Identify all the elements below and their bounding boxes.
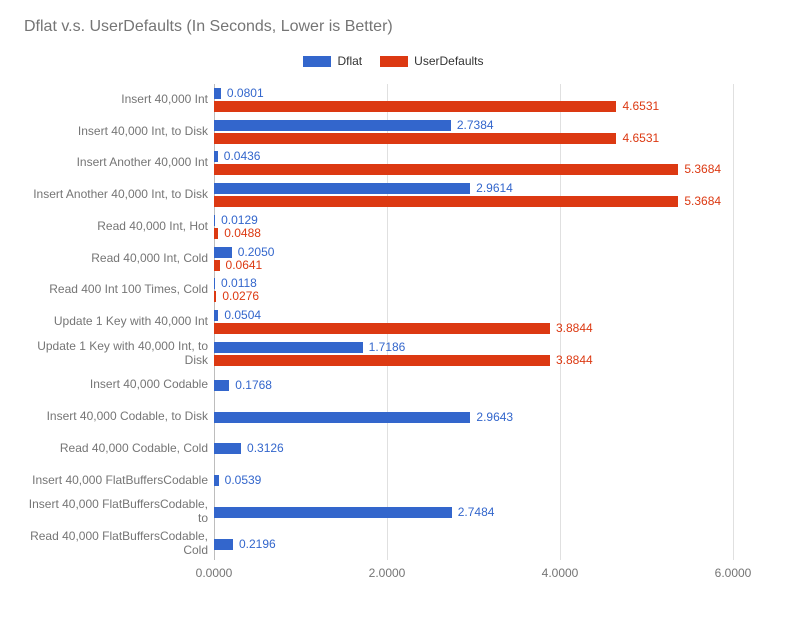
bar-dflat: [214, 475, 219, 486]
value-label-dflat: 0.0504: [224, 310, 261, 321]
category-group: Read 40,000 Int, Cold0.20500.0641: [214, 243, 733, 275]
bar-dflat: [214, 342, 363, 353]
value-label-dflat: 2.7484: [458, 507, 495, 518]
value-label-userdefaults: 5.3684: [684, 164, 721, 175]
chart-plot: 0.0000 2.0000 4.0000 6.0000 Insert 40,000 In…: [24, 76, 763, 586]
value-label-userdefaults: 5.3684: [684, 196, 721, 207]
category-label: Insert 40,000 Int: [26, 93, 214, 107]
value-label-userdefaults: 4.6531: [622, 133, 659, 144]
category-group: Insert 40,000 Codable0.1768: [214, 370, 733, 402]
value-label-dflat: 0.1768: [235, 380, 272, 391]
value-label-dflat: 0.0801: [227, 88, 264, 99]
legend-label-userdefaults: UserDefaults: [414, 54, 483, 68]
x-tick-label: 0.0000: [196, 566, 233, 580]
bar-dflat: [214, 183, 470, 194]
category-group: Read 400 Int 100 Times, Cold0.01180.0276: [214, 274, 733, 306]
category-label: Update 1 Key with 40,000 Int: [26, 315, 214, 329]
bar-dflat: [214, 88, 221, 99]
x-tick-label: 6.0000: [715, 566, 752, 580]
category-label: Insert 40,000 Codable: [26, 379, 214, 393]
value-label-dflat: 0.2196: [239, 539, 276, 550]
value-label-userdefaults: 3.8844: [556, 355, 593, 366]
bar-dflat: [214, 151, 218, 162]
gridline: [733, 84, 734, 560]
bar-dflat: [214, 310, 218, 321]
plot-area: 0.00002.00004.00006.0000Insert 40,000 In…: [214, 84, 733, 560]
chart-title: Dflat v.s. UserDefaults (In Seconds, Low…: [24, 18, 763, 36]
bar-dflat: [214, 120, 451, 131]
category-label: Insert Another 40,000 Int, to Disk: [26, 188, 214, 202]
bar-dflat: [214, 539, 233, 550]
bar-dflat: [214, 278, 215, 289]
category-label: Insert 40,000 Int, to Disk: [26, 125, 214, 139]
bar-dflat: [214, 507, 452, 518]
category-label: Update 1 Key with 40,000 Int, to Disk: [26, 340, 214, 368]
bar-userdefaults: [214, 260, 220, 271]
bar-userdefaults: [214, 323, 550, 334]
category-group: Insert 40,000 FlatBuffersCodable0.0539: [214, 465, 733, 497]
value-label-userdefaults: 0.0488: [224, 228, 261, 239]
legend-swatch-userdefaults: [380, 56, 408, 67]
category-label: Read 400 Int 100 Times, Cold: [26, 283, 214, 297]
category-group: Insert 40,000 Int, to Disk2.73844.6531: [214, 116, 733, 148]
bar-dflat: [214, 215, 215, 226]
category-group: Read 40,000 Codable, Cold0.3126: [214, 433, 733, 465]
category-group: Insert 40,000 Codable, to Disk2.9643: [214, 401, 733, 433]
value-label-dflat: 0.3126: [247, 443, 284, 454]
category-label: Read 40,000 Codable, Cold: [26, 442, 214, 456]
legend: Dflat UserDefaults: [24, 54, 763, 68]
value-label-dflat: 0.0436: [224, 151, 261, 162]
bar-userdefaults: [214, 355, 550, 366]
category-group: Insert Another 40,000 Int0.04365.3684: [214, 147, 733, 179]
bar-userdefaults: [214, 133, 616, 144]
value-label-dflat: 2.9643: [476, 412, 513, 423]
value-label-dflat: 0.0539: [225, 475, 262, 486]
bar-userdefaults: [214, 196, 678, 207]
bar-dflat: [214, 380, 229, 391]
category-label: Read 40,000 Int, Cold: [26, 252, 214, 266]
x-tick-label: 4.0000: [542, 566, 579, 580]
value-label-dflat: 2.9614: [476, 183, 513, 194]
legend-label-dflat: Dflat: [337, 54, 362, 68]
bar-userdefaults: [214, 291, 216, 302]
bar-dflat: [214, 412, 470, 423]
bar-userdefaults: [214, 228, 218, 239]
value-label-dflat: 1.7186: [369, 342, 406, 353]
bar-userdefaults: [214, 101, 616, 112]
value-label-userdefaults: 3.8844: [556, 323, 593, 334]
value-label-userdefaults: 0.0276: [222, 291, 259, 302]
value-label-dflat: 0.0129: [221, 215, 258, 226]
category-label: Insert 40,000 FlatBuffersCodable: [26, 474, 214, 488]
value-label-dflat: 2.7384: [457, 120, 494, 131]
category-group: Insert 40,000 Int0.08014.6531: [214, 84, 733, 116]
category-label: Read 40,000 Int, Hot: [26, 220, 214, 234]
value-label-userdefaults: 4.6531: [622, 101, 659, 112]
category-group: Read 40,000 Int, Hot0.01290.0488: [214, 211, 733, 243]
value-label-dflat: 0.2050: [238, 247, 275, 258]
value-label-userdefaults: 0.0641: [226, 260, 263, 271]
value-label-dflat: 0.0118: [221, 278, 257, 289]
legend-item-dflat: Dflat: [303, 54, 362, 68]
category-group: Read 40,000 FlatBuffersCodable, Cold0.21…: [214, 528, 733, 560]
category-group: Update 1 Key with 40,000 Int0.05043.8844: [214, 306, 733, 338]
bar-dflat: [214, 443, 241, 454]
category-group: Insert Another 40,000 Int, to Disk2.9614…: [214, 179, 733, 211]
category-group: Insert 40,000 FlatBuffersCodable, to2.74…: [214, 497, 733, 529]
category-label: Insert 40,000 Codable, to Disk: [26, 410, 214, 424]
x-tick-label: 2.0000: [369, 566, 406, 580]
category-label: Insert 40,000 FlatBuffersCodable, to: [26, 499, 214, 527]
category-group: Update 1 Key with 40,000 Int, to Disk1.7…: [214, 338, 733, 370]
bar-userdefaults: [214, 164, 678, 175]
legend-swatch-dflat: [303, 56, 331, 67]
category-label: Insert Another 40,000 Int: [26, 156, 214, 170]
bar-dflat: [214, 247, 232, 258]
category-label: Read 40,000 FlatBuffersCodable, Cold: [26, 530, 214, 558]
legend-item-userdefaults: UserDefaults: [380, 54, 483, 68]
